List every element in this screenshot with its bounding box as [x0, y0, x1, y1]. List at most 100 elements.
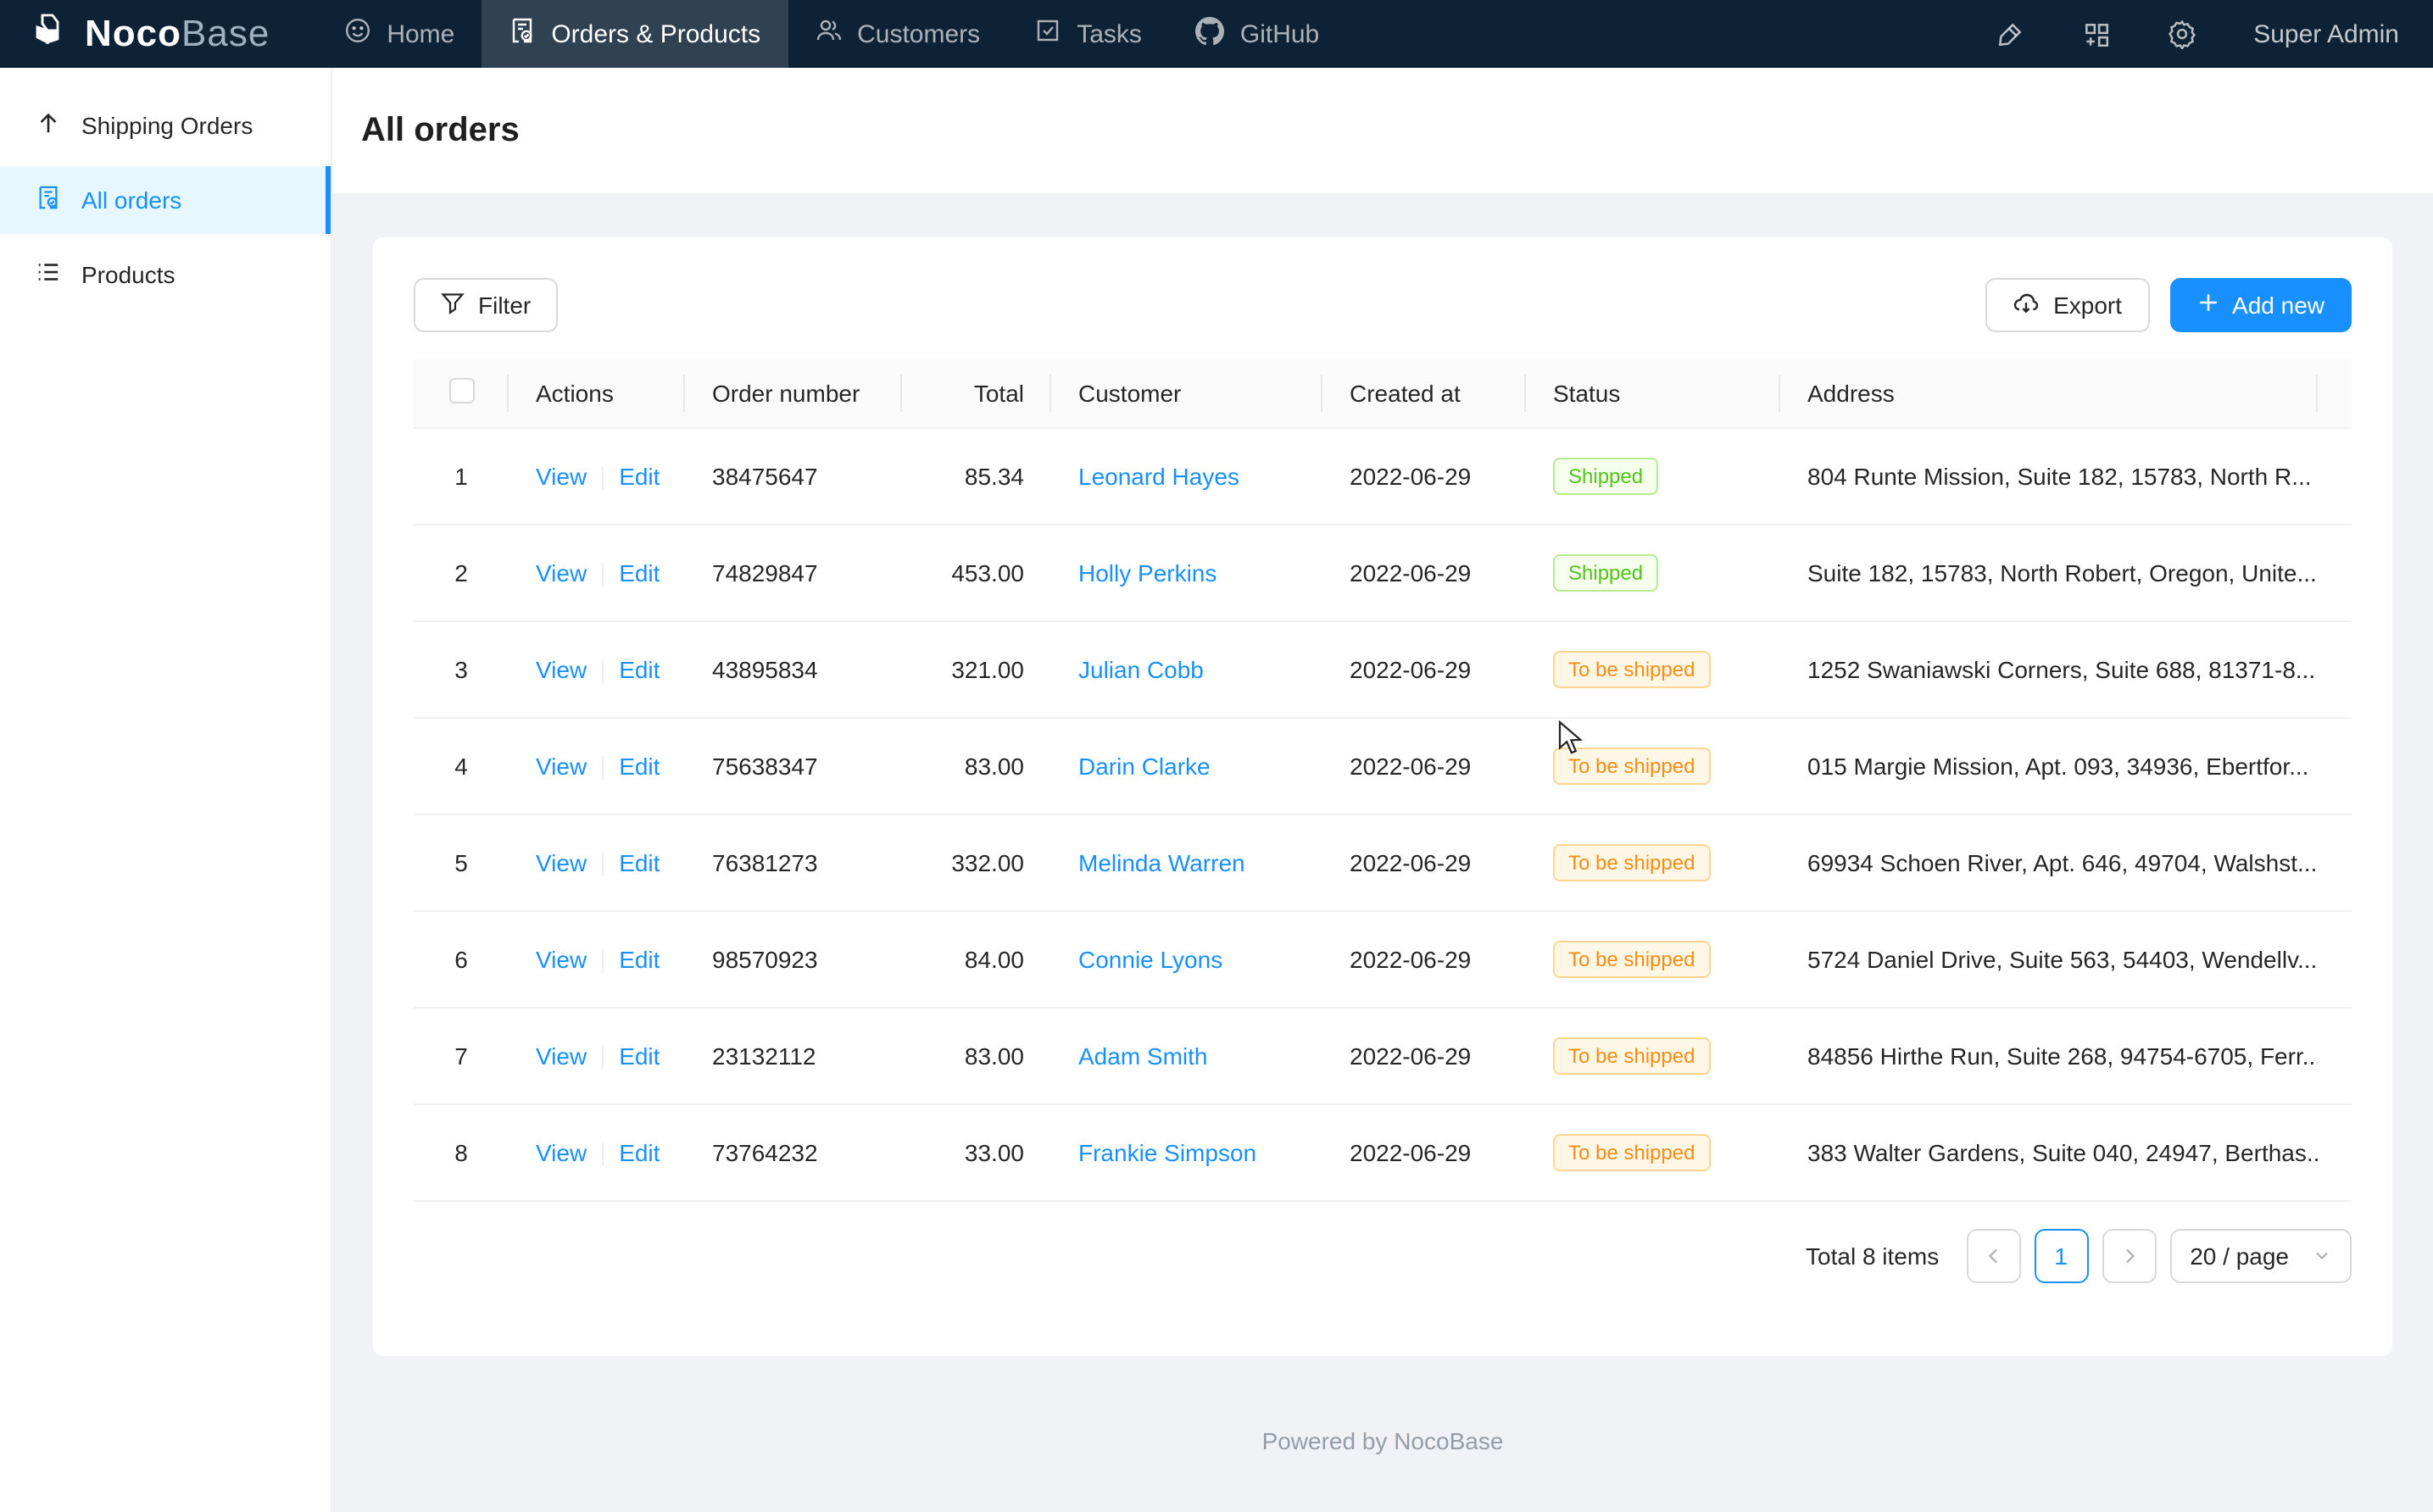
- sidebar-item-products[interactable]: Products: [0, 241, 331, 309]
- view-link[interactable]: View: [536, 656, 587, 683]
- address-cell: Suite 182, 15783, North Robert, Oregon, …: [1780, 525, 2318, 621]
- row-index: 8: [414, 1104, 509, 1201]
- edit-link[interactable]: Edit: [619, 559, 660, 586]
- order-number-cell: 74829847: [685, 525, 902, 621]
- total-cell: 84.00: [902, 911, 1051, 1008]
- active-indicator-bar: [326, 166, 331, 234]
- row-index: 3: [414, 621, 509, 718]
- edit-link[interactable]: Edit: [619, 1139, 660, 1166]
- order-number-cell: 38475647: [685, 428, 902, 525]
- page-size-select[interactable]: 20 / page: [2169, 1229, 2352, 1283]
- nav-item-label: GitHub: [1240, 19, 1319, 48]
- table-header-row: Actions Order number Total Customer Crea…: [414, 359, 2352, 428]
- customer-link[interactable]: Holly Perkins: [1078, 559, 1216, 586]
- nav-item-github[interactable]: GitHub: [1169, 0, 1346, 68]
- column-header-actions: Actions: [509, 359, 685, 428]
- nav-item-tasks[interactable]: Tasks: [1007, 0, 1169, 68]
- view-link[interactable]: View: [536, 946, 587, 973]
- nav-item-label: Home: [387, 19, 454, 48]
- nav-item-orders-products[interactable]: Orders & Products: [482, 0, 788, 68]
- brand-text-light: Base: [181, 12, 270, 54]
- address-cell: 5724 Daniel Drive, Suite 563, 54403, Wen…: [1780, 911, 2318, 1008]
- edit-link[interactable]: Edit: [619, 753, 660, 780]
- status-badge: Shipped: [1553, 554, 1658, 592]
- plus-icon: [2196, 292, 2219, 319]
- customer-link[interactable]: Julian Cobb: [1078, 656, 1204, 683]
- filter-button[interactable]: Filter: [414, 278, 558, 332]
- user-menu[interactable]: Super Admin: [2253, 19, 2399, 48]
- list-icon: [36, 259, 61, 290]
- settings-gear-icon[interactable]: [2167, 19, 2197, 49]
- plugin-blocks-icon[interactable]: [2080, 19, 2111, 49]
- customer-link[interactable]: Melinda Warren: [1078, 849, 1245, 876]
- nav-item-home[interactable]: Home: [317, 0, 482, 68]
- column-header-created-at: Created at: [1322, 359, 1526, 428]
- address-cell: 69934 Schoen River, Apt. 646, 49704, Wal…: [1780, 814, 2318, 911]
- highlighter-icon[interactable]: [1994, 19, 2024, 49]
- edit-link[interactable]: Edit: [619, 849, 660, 876]
- edit-link[interactable]: Edit: [619, 656, 660, 683]
- customer-cell: Connie Lyons: [1051, 911, 1322, 1008]
- customer-link[interactable]: Darin Clarke: [1078, 753, 1211, 780]
- row-actions: View Edit: [509, 428, 685, 525]
- nav-item-customers[interactable]: Customers: [788, 0, 1007, 68]
- table-toolbar: Filter Export: [414, 278, 2352, 332]
- address-cell: 015 Margie Mission, Apt. 093, 34936, Ebe…: [1780, 718, 2318, 814]
- select-all-checkbox[interactable]: [448, 378, 474, 403]
- status-cell: Shipped: [1526, 428, 1780, 525]
- view-link[interactable]: View: [536, 1139, 587, 1166]
- row-index: 5: [414, 814, 509, 911]
- address-cell: 383 Walter Gardens, Suite 040, 24947, Be…: [1780, 1104, 2318, 1201]
- edit-link[interactable]: Edit: [619, 946, 660, 973]
- edit-link[interactable]: Edit: [619, 463, 660, 490]
- view-link[interactable]: View: [536, 753, 587, 780]
- customer-cell: Melinda Warren: [1051, 814, 1322, 911]
- pagination-prev-button[interactable]: [1966, 1229, 2020, 1283]
- pagination-page-1[interactable]: 1: [2034, 1229, 2088, 1283]
- table-row: 5 ViewEdit 76381273 332.00 Melinda Warre…: [414, 814, 2352, 911]
- view-link[interactable]: View: [536, 849, 587, 876]
- total-cell: 85.34: [902, 428, 1051, 525]
- status-cell: To be shipped: [1526, 621, 1780, 718]
- nav-menu: Home Orders & Products: [317, 0, 1346, 68]
- created-at-cell: 2022-06-29: [1322, 428, 1526, 525]
- footer-text: Powered by NocoBase: [332, 1427, 2433, 1471]
- nav-right: Super Admin: [1994, 19, 2399, 49]
- customer-cell: Julian Cobb: [1051, 621, 1322, 718]
- customer-link[interactable]: Frankie Simpson: [1078, 1139, 1256, 1166]
- nav-item-label: Orders & Products: [551, 19, 760, 48]
- orders-card: Filter Export: [373, 237, 2392, 1356]
- customer-link[interactable]: Adam Smith: [1078, 1042, 1208, 1070]
- sidebar-item-all-orders[interactable]: All orders: [0, 166, 331, 234]
- nocobase-logo[interactable]: NocoBase: [31, 9, 270, 58]
- table-row: 3 ViewEdit 43895834 321.00 Julian Cobb 2…: [414, 621, 2352, 718]
- edit-link[interactable]: Edit: [619, 1042, 660, 1070]
- customer-link[interactable]: Leonard Hayes: [1078, 463, 1239, 490]
- orders-table: Actions Order number Total Customer Crea…: [414, 359, 2352, 1202]
- view-link[interactable]: View: [536, 1042, 587, 1070]
- column-header-total: Total: [902, 359, 1051, 428]
- order-document-icon: [509, 17, 536, 51]
- sidebar: Shipping Orders All orders: [0, 68, 332, 1512]
- customer-cell: Leonard Hayes: [1051, 428, 1322, 525]
- brand-text-bold: Noco: [85, 12, 181, 54]
- customer-cell: Holly Perkins: [1051, 525, 1322, 621]
- check-square-icon: [1034, 17, 1061, 51]
- pagination-next-button[interactable]: [2102, 1229, 2156, 1283]
- top-nav: NocoBase Home: [0, 0, 2433, 68]
- status-cell: Shipped: [1526, 525, 1780, 621]
- table-row: 7 ViewEdit 23132112 83.00 Adam Smith 202…: [414, 1008, 2352, 1104]
- total-cell: 453.00: [902, 525, 1051, 621]
- export-button[interactable]: Export: [1985, 278, 2149, 332]
- customer-link[interactable]: Connie Lyons: [1078, 946, 1222, 973]
- view-link[interactable]: View: [536, 559, 587, 586]
- address-cell: 1252 Swaniawski Corners, Suite 688, 8137…: [1780, 621, 2318, 718]
- status-badge: To be shipped: [1553, 941, 1710, 978]
- add-new-button[interactable]: Add new: [2169, 278, 2352, 332]
- status-cell: To be shipped: [1526, 1008, 1780, 1104]
- created-at-cell: 2022-06-29: [1322, 911, 1526, 1008]
- order-number-cell: 75638347: [685, 718, 902, 814]
- row-actions: View Edit: [509, 1008, 685, 1104]
- sidebar-item-shipping-orders[interactable]: Shipping Orders: [0, 92, 331, 159]
- view-link[interactable]: View: [536, 463, 587, 490]
